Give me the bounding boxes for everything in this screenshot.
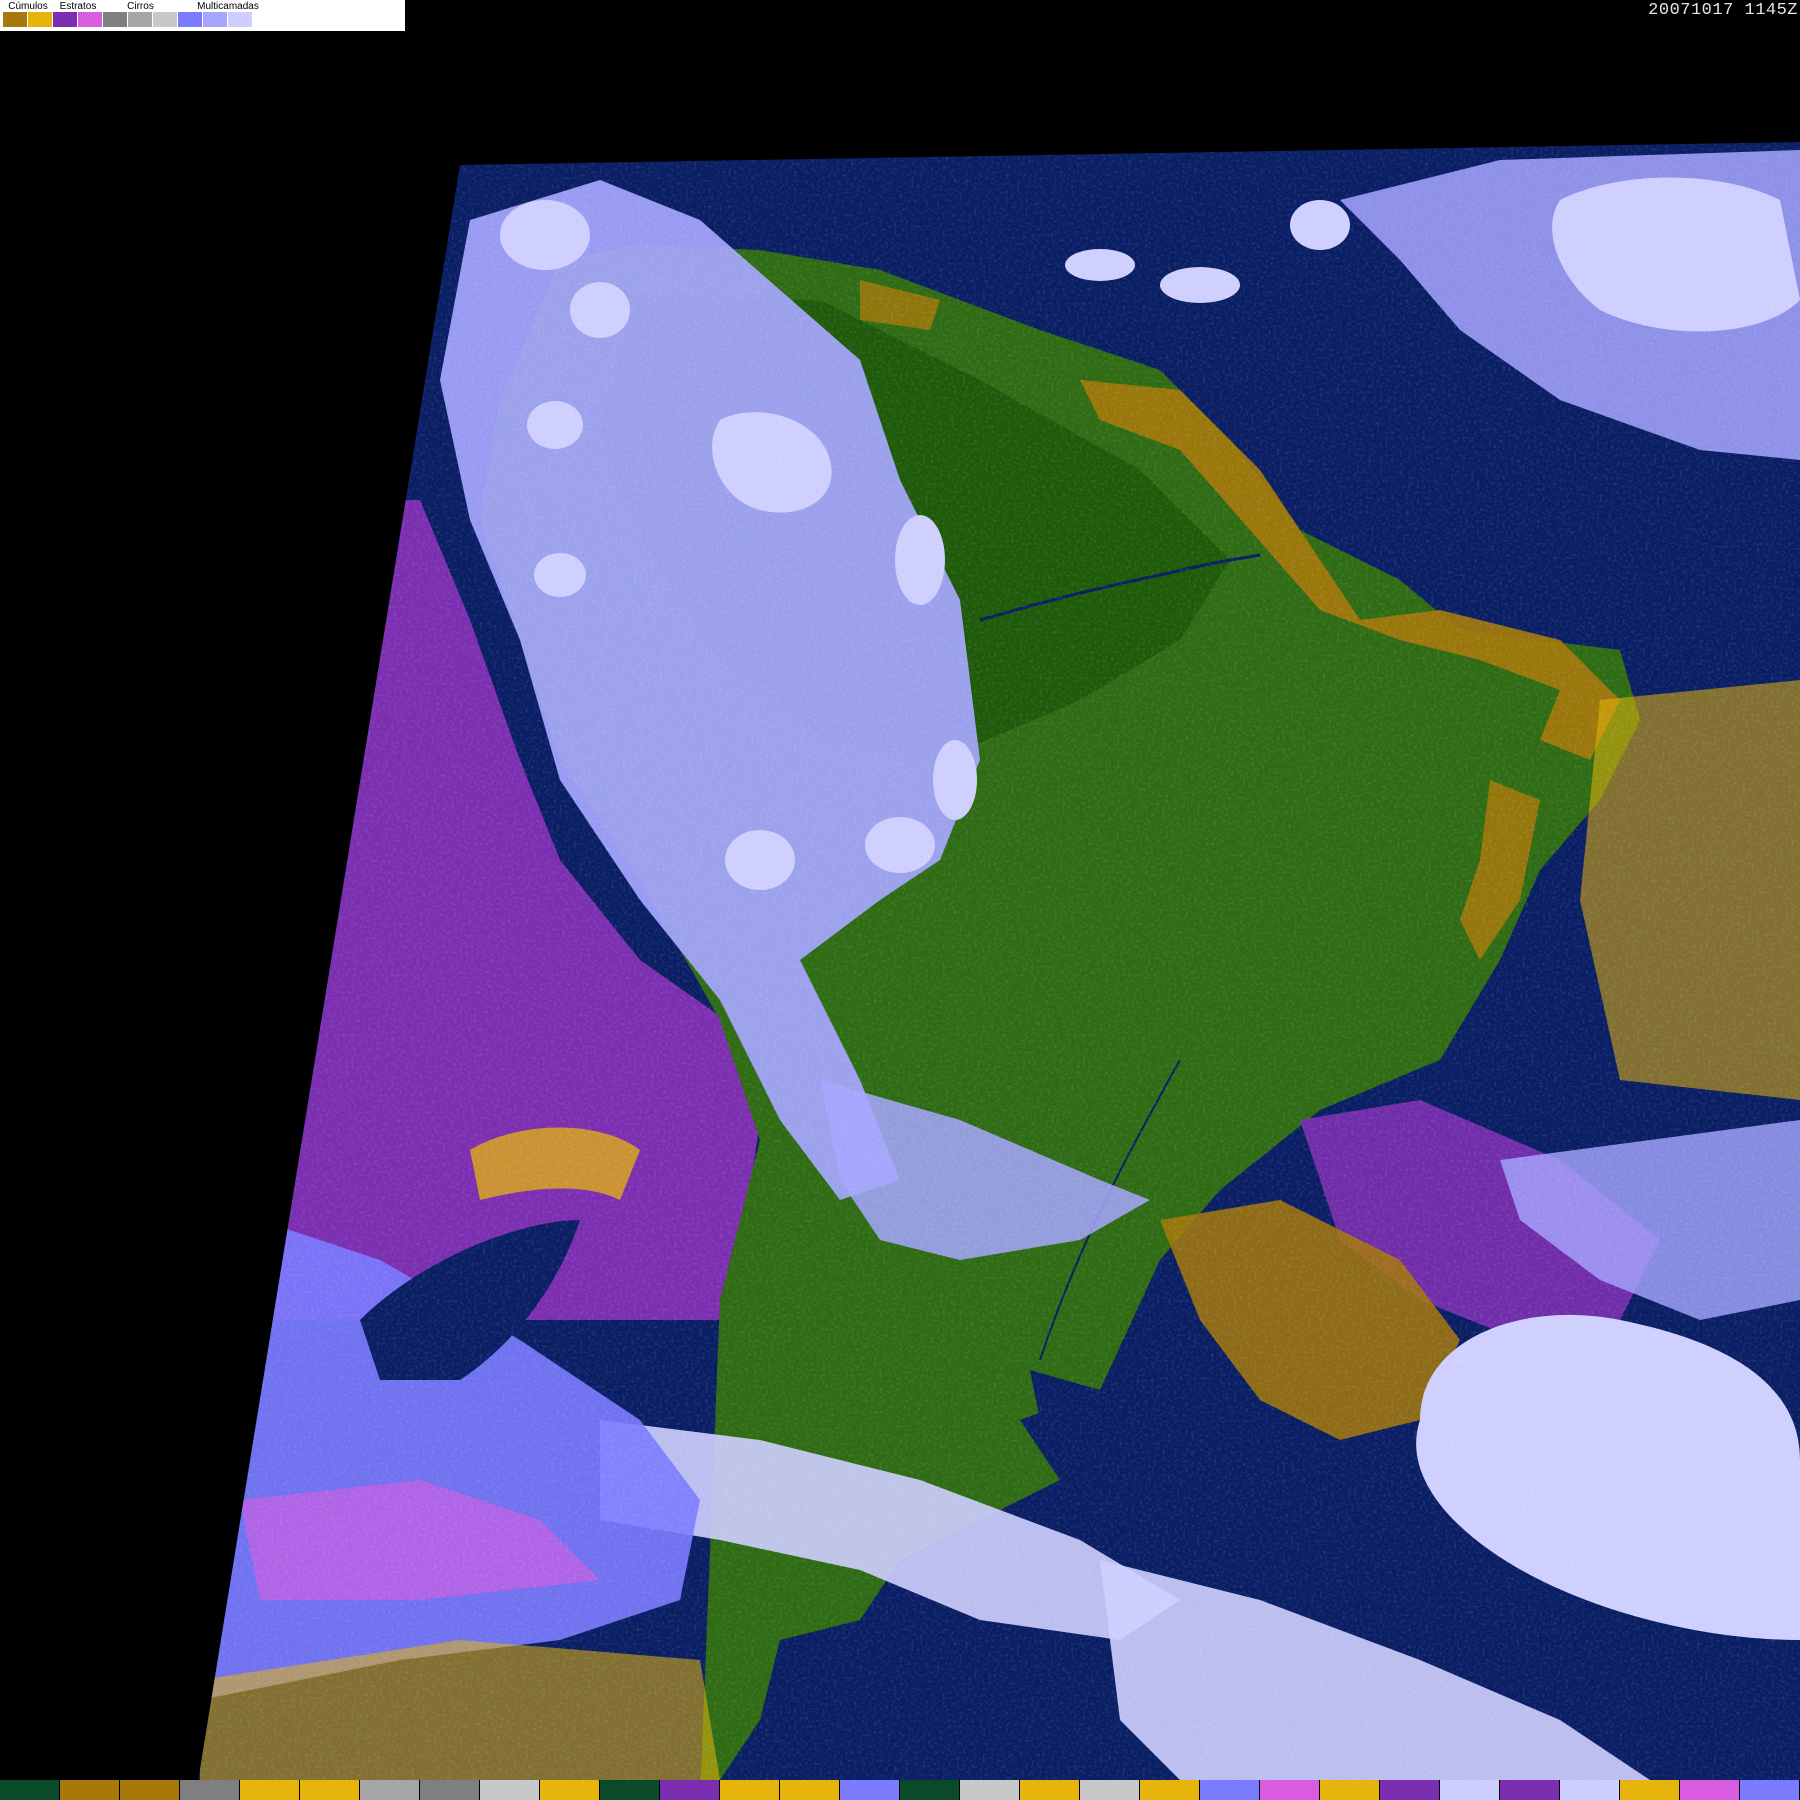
bottom-color-strip [0, 1780, 1800, 1800]
bottom-strip-cell [420, 1780, 480, 1800]
legend-label: Estratos [59, 1, 97, 12]
image-timestamp: 20071017 1145Z [1648, 1, 1798, 20]
bottom-strip-cell [1320, 1780, 1380, 1800]
bottom-strip-cell [1560, 1780, 1620, 1800]
bottom-strip-cell [120, 1780, 180, 1800]
bottom-strip-cell [360, 1780, 420, 1800]
legend-swatch [178, 12, 202, 27]
bottom-strip-cell [60, 1780, 120, 1800]
bottom-strip-cell [180, 1780, 240, 1800]
bottom-strip-cell [1140, 1780, 1200, 1800]
bottom-strip-cell [1440, 1780, 1500, 1800]
satellite-cloud-classification-map [195, 142, 1800, 1800]
bottom-strip-cell [1380, 1780, 1440, 1800]
bottom-strip-cell [840, 1780, 900, 1800]
legend-swatch [53, 12, 77, 27]
bottom-strip-cell [1620, 1780, 1680, 1800]
bottom-strip-cell [540, 1780, 600, 1800]
bottom-strip-cell [600, 1780, 660, 1800]
legend-label: Cirros [127, 1, 154, 12]
satellite-noise-texture [195, 142, 1800, 1800]
bottom-strip-cell [300, 1780, 360, 1800]
legend-swatch [253, 12, 277, 27]
bottom-strip-cell [780, 1780, 840, 1800]
bottom-strip-cell [1740, 1780, 1800, 1800]
cloud-type-legend: Cúmulos Estratos Cirros Multicamadas [0, 0, 405, 31]
bottom-strip-cell [660, 1780, 720, 1800]
bottom-strip-cell [240, 1780, 300, 1800]
bottom-strip-cell [1200, 1780, 1260, 1800]
bottom-strip-cell [480, 1780, 540, 1800]
legend-swatch [3, 12, 27, 27]
legend-swatch [203, 12, 227, 27]
legend-label: Multicamadas [197, 1, 259, 12]
legend-swatch [78, 12, 102, 27]
bottom-strip-cell [720, 1780, 780, 1800]
legend-swatch [228, 12, 252, 27]
bottom-strip-cell [1500, 1780, 1560, 1800]
legend-swatch [153, 12, 177, 27]
bottom-strip-cell [1080, 1780, 1140, 1800]
legend-swatch [103, 12, 127, 27]
legend-swatch [28, 12, 52, 27]
bottom-strip-cell [900, 1780, 960, 1800]
bottom-strip-cell [1020, 1780, 1080, 1800]
bottom-strip-cell [960, 1780, 1020, 1800]
legend-label: Cúmulos [8, 1, 48, 12]
legend-swatch [128, 12, 152, 27]
bottom-strip-cell [0, 1780, 60, 1800]
bottom-strip-cell [1260, 1780, 1320, 1800]
bottom-strip-cell [1680, 1780, 1740, 1800]
